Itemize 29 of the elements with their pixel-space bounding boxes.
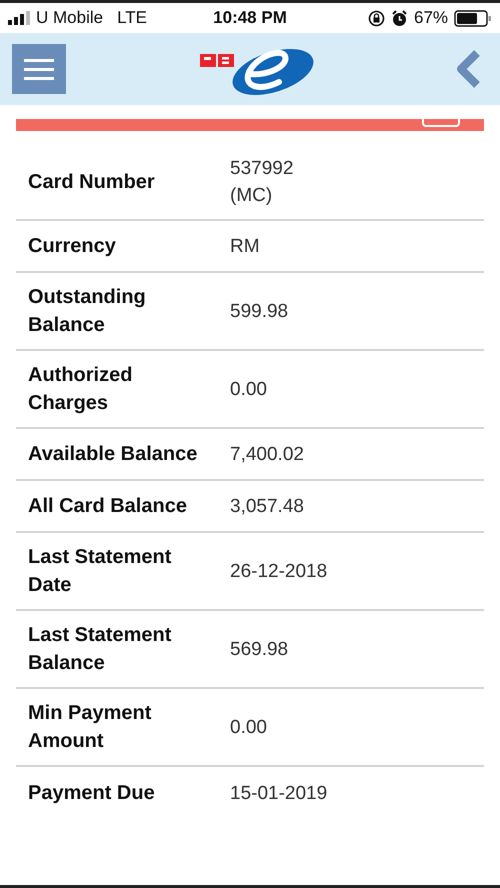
signal-icon: [8, 11, 30, 25]
menu-button[interactable]: [12, 44, 66, 94]
clock-time: 10:48 PM: [213, 8, 287, 28]
field-value: 0.00: [230, 378, 267, 402]
carrier-name: U Mobile: [36, 8, 104, 28]
field-label: Card Number: [28, 170, 156, 195]
field-value: 537992 (MC): [230, 157, 294, 208]
field-value: 26-12-2018: [230, 560, 328, 584]
field-label: Authorized Charges: [28, 363, 134, 416]
field-label: Last Statement Balance: [28, 623, 172, 676]
field-label: Min Payment Amount: [28, 701, 152, 754]
network-type: LTE: [117, 8, 148, 28]
field-label: Last Statement Date: [28, 545, 172, 598]
battery-percent: 67%: [414, 8, 448, 28]
rotation-lock-icon: [368, 10, 385, 26]
field-value: 3,057.48: [230, 494, 304, 518]
field-label: Outstanding Balance: [28, 285, 147, 338]
battery-icon: [454, 10, 492, 26]
field-value: 569.98: [230, 638, 288, 662]
field-label: Currency: [28, 234, 117, 259]
field-value: 15-01-2019: [230, 782, 328, 806]
field-value: RM: [230, 234, 260, 258]
field-value: 0.00: [230, 716, 267, 740]
field-label: Available Balance: [28, 442, 198, 467]
field-label: Payment Due: [28, 781, 156, 806]
field-value: 599.98: [230, 300, 288, 324]
field-value: 7,400.02: [230, 442, 304, 466]
field-label: All Card Balance: [28, 494, 188, 519]
alarm-icon: [390, 10, 408, 26]
